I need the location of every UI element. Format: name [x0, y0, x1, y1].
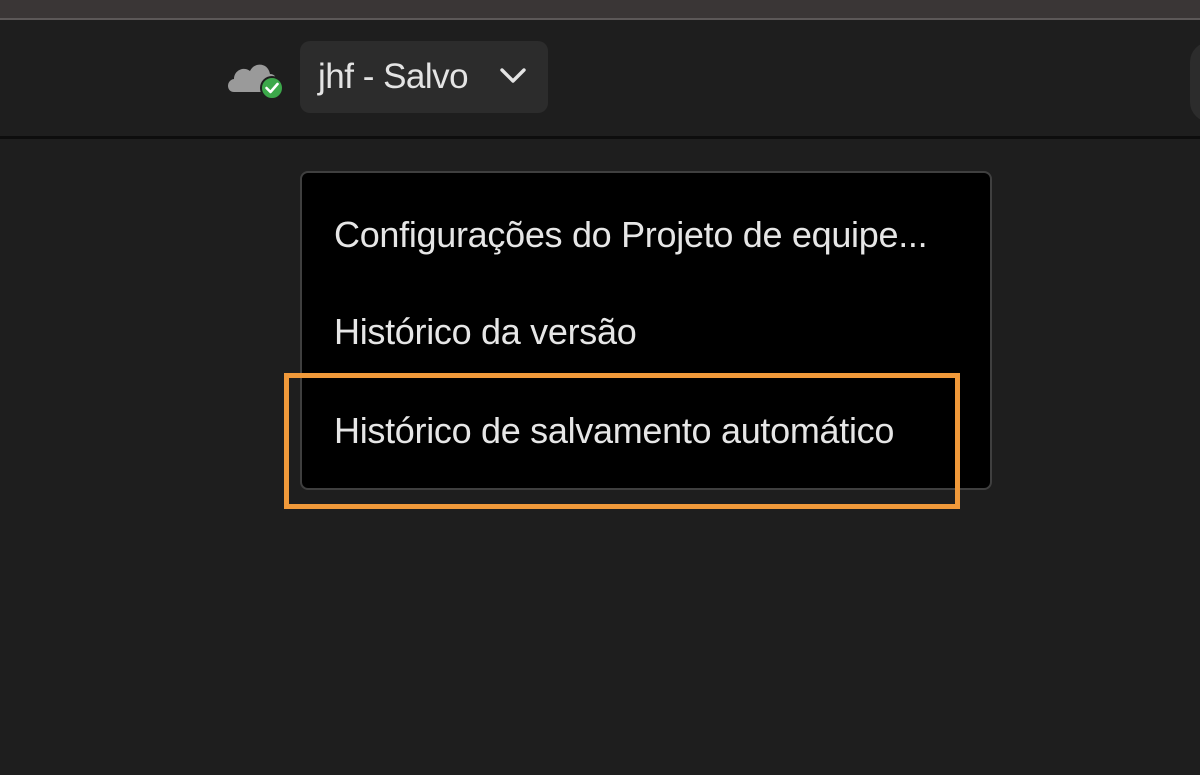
check-badge-icon: [260, 76, 284, 100]
menu-item-team-project-settings[interactable]: Configurações do Projeto de equipe...: [334, 205, 954, 265]
chevron-down-icon: [500, 68, 526, 83]
project-dropdown-menu: Configurações do Projeto de equipe... Hi…: [300, 171, 992, 490]
cloud-synced-icon[interactable]: [224, 52, 288, 100]
window-top-strip: [0, 0, 1200, 18]
menu-item-autosave-history[interactable]: Histórico de salvamento automático: [334, 401, 954, 461]
project-status-label: jhf - Salvo: [318, 57, 469, 96]
header-bar: [0, 20, 1200, 136]
profile-avatar[interactable]: [1190, 42, 1200, 122]
header-divider: [0, 136, 1200, 139]
menu-item-version-history[interactable]: Histórico da versão: [334, 302, 954, 362]
project-status-button[interactable]: jhf - Salvo: [300, 41, 548, 113]
